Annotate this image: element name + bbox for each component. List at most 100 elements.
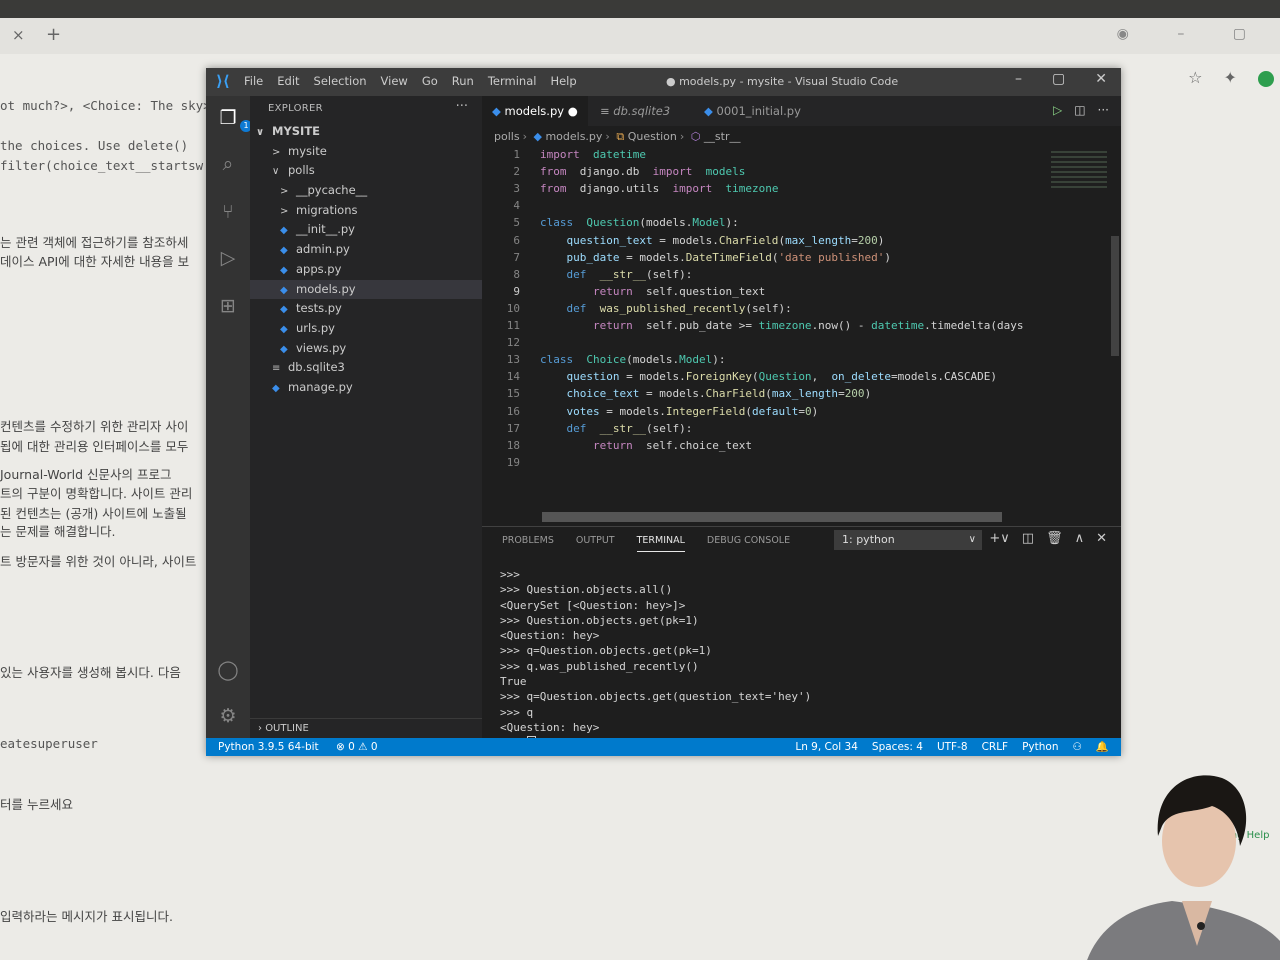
cursor-position[interactable]: Ln 9, Col 34 xyxy=(795,738,858,756)
maximize-icon[interactable]: ▢ xyxy=(1052,71,1065,87)
line-ending[interactable]: CRLF xyxy=(982,738,1009,756)
split-terminal-icon[interactable]: ◫ xyxy=(1022,531,1034,546)
terminal-line: <Question: hey> xyxy=(500,720,811,735)
tree-folder[interactable]: > __pycache__ xyxy=(250,181,482,201)
tree-folder[interactable]: > mysite xyxy=(250,142,482,162)
panel-tab-terminal[interactable]: TERMINAL xyxy=(636,535,685,552)
browser-window-controls[interactable]: ◉ – ▢ xyxy=(1117,26,1268,42)
encoding[interactable]: UTF-8 xyxy=(937,738,968,756)
background-text-line: Journal-World 신문사의 프로그 xyxy=(0,467,172,482)
menu-help[interactable]: Help xyxy=(550,74,576,88)
code-editor[interactable]: 1 import datetime 2 from django.db import m… xyxy=(482,148,1107,478)
code-token: (models. xyxy=(639,216,693,230)
code-token: , xyxy=(811,370,832,384)
bell-icon[interactable]: 🔔 xyxy=(1096,738,1109,756)
tree-file[interactable]: ◆ tests.py xyxy=(250,299,482,319)
profile-avatar[interactable] xyxy=(1258,70,1274,87)
terminal-select[interactable]: 1: python ∨ xyxy=(834,530,982,550)
workspace-root[interactable]: ∨ MYSITE xyxy=(250,122,482,142)
tree-file[interactable]: ◆ __init__.py xyxy=(250,220,482,240)
tree-file[interactable]: ◆ views.py xyxy=(250,339,482,359)
tree-file[interactable]: ◆ urls.py xyxy=(250,319,482,339)
modified-dot-icon[interactable]: ● xyxy=(568,104,578,118)
tab-models-py[interactable]: ◆ models.py ● xyxy=(482,96,588,126)
background-text-line: 컨텐츠를 수정하기 위한 관리자 사이 xyxy=(0,419,189,434)
menu-run[interactable]: Run xyxy=(452,74,474,88)
minimap[interactable] xyxy=(1051,151,1107,191)
tab-db-sqlite3[interactable]: ≡ db.sqlite3 xyxy=(590,96,680,126)
python-file-icon: ◆ xyxy=(280,323,288,335)
python-file-icon: ◆ xyxy=(272,382,280,394)
tree-file[interactable]: ◆ manage.py xyxy=(250,378,482,398)
panel-tab-problems[interactable]: PROBLEMS xyxy=(502,535,554,552)
trash-icon[interactable]: 🗑 xyxy=(1046,531,1063,546)
menu-edit[interactable]: Edit xyxy=(277,74,299,88)
line-number: 9 xyxy=(513,284,520,298)
more-icon[interactable]: ··· xyxy=(1098,103,1109,117)
line-number: 16 xyxy=(506,404,520,418)
problems-indicator[interactable]: ⊗ 0 ⚠ 0 xyxy=(336,741,378,753)
breadcrumb-item[interactable]: Question xyxy=(628,130,677,143)
feedback-icon[interactable]: ⚇ xyxy=(1073,738,1082,756)
more-actions-icon[interactable]: ··· xyxy=(456,99,468,114)
terminal-line: <QuerySet [<Question: hey>]> xyxy=(500,598,811,613)
tree-file[interactable]: ◆ models.py xyxy=(250,279,482,300)
code-line: def __str__(self): xyxy=(540,267,693,281)
menu-go[interactable]: Go xyxy=(422,74,438,88)
python-file-icon: ◆ xyxy=(280,304,288,316)
tree-file[interactable]: ◆ apps.py xyxy=(250,260,482,280)
outline-label: OUTLINE xyxy=(265,723,309,734)
breadcrumb-item[interactable]: __str__ xyxy=(704,130,741,143)
tree-file[interactable]: ≡ db.sqlite3 xyxy=(250,358,482,378)
tree-folder[interactable]: > migrations xyxy=(250,201,482,221)
python-interpreter[interactable]: Python 3.9.5 64-bit xyxy=(218,741,319,753)
tree-folder[interactable]: ∨ polls xyxy=(250,161,482,181)
language-mode[interactable]: Python xyxy=(1022,738,1058,756)
tree-label: migrations xyxy=(296,202,358,217)
horizontal-scrollbar[interactable] xyxy=(542,512,1002,522)
terminal-output[interactable]: >>> >>> Question.objects.all() <QuerySet [… xyxy=(500,567,811,751)
run-debug-icon[interactable]: ▷ xyxy=(216,246,240,270)
split-editor-icon[interactable]: ◫ xyxy=(1074,103,1085,117)
account-icon[interactable]: ◯ xyxy=(216,658,240,682)
tab-0001-initial[interactable]: ◆ 0001_initial.py xyxy=(694,96,811,126)
terminal-line: <Question: hey> xyxy=(500,628,811,643)
code-token: ( xyxy=(751,370,759,384)
code-token: ) xyxy=(884,250,892,264)
panel-tab-debug-console[interactable]: DEBUG CONSOLE xyxy=(707,535,790,552)
indentation[interactable]: Spaces: 4 xyxy=(872,738,923,756)
code-token: (self): xyxy=(645,267,693,281)
line-number: 11 xyxy=(506,319,520,332)
run-icon[interactable]: ▷ xyxy=(1053,103,1062,117)
panel-tab-output[interactable]: OUTPUT xyxy=(576,535,615,552)
star-icon[interactable]: ☆ xyxy=(1188,68,1202,87)
new-tab-button[interactable]: + xyxy=(46,24,61,45)
menu-terminal[interactable]: Terminal xyxy=(488,74,537,88)
breadcrumb-item[interactable]: polls xyxy=(494,130,520,143)
minimize-icon[interactable]: – xyxy=(1015,71,1022,87)
new-terminal-icon[interactable]: +∨ xyxy=(989,531,1009,546)
vertical-scrollbar[interactable] xyxy=(1111,236,1119,356)
code-token: =models.CASCADE) xyxy=(891,370,998,384)
maximize-panel-icon[interactable]: ∧ xyxy=(1075,531,1085,546)
search-icon[interactable]: ⌕ xyxy=(216,152,240,176)
menu-file[interactable]: File xyxy=(244,74,263,88)
close-icon[interactable]: ✕ xyxy=(1095,71,1107,87)
code-token: self.pub_date >= xyxy=(632,319,759,332)
terminal-line: >>> q.was_published_recently() xyxy=(500,659,811,674)
breadcrumb-item[interactable]: models.py xyxy=(545,130,602,143)
puzzle-icon[interactable]: ✦ xyxy=(1224,68,1237,87)
outline-section[interactable]: › OUTLINE xyxy=(250,718,482,738)
explorer-icon[interactable]: ❐ 1 xyxy=(216,106,252,132)
gear-icon[interactable]: ⚙ xyxy=(216,704,240,728)
code-token: django.db xyxy=(566,165,653,179)
extensions-icon[interactable]: ⊞ xyxy=(216,294,240,318)
close-panel-icon[interactable]: ✕ xyxy=(1096,531,1107,546)
menu-view[interactable]: View xyxy=(381,74,408,88)
menu-selection[interactable]: Selection xyxy=(314,74,367,88)
close-tab-icon[interactable]: × xyxy=(12,26,25,44)
source-control-icon[interactable]: ⑂ xyxy=(216,200,240,224)
tree-file[interactable]: ◆ admin.py xyxy=(250,240,482,260)
